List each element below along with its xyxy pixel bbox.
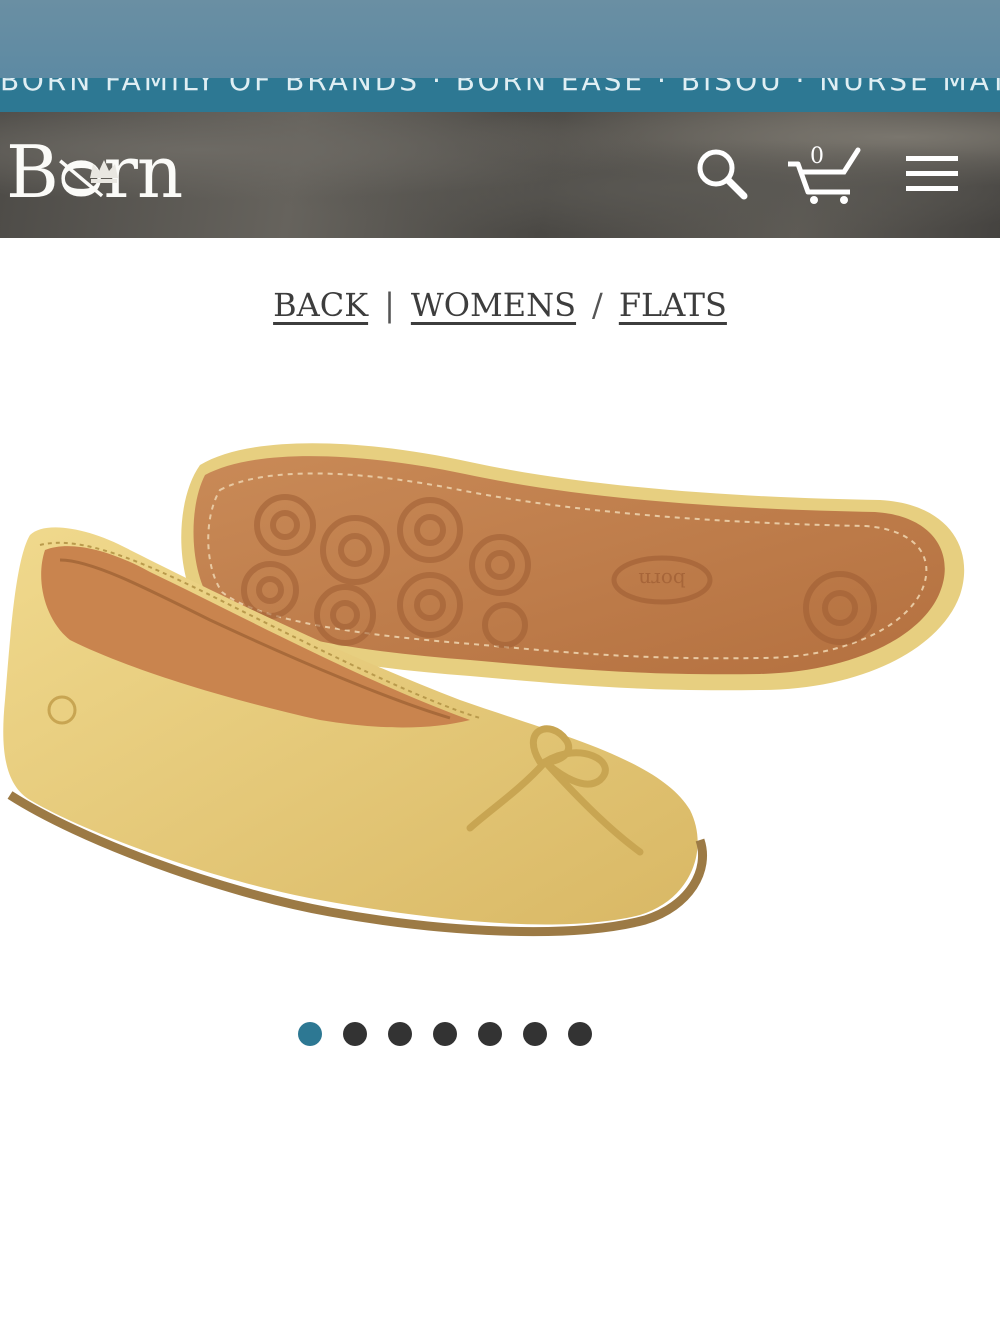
search-button[interactable] [690, 142, 754, 206]
cart-icon [788, 147, 861, 204]
womens-link[interactable]: WOMENS [411, 286, 576, 324]
carousel-dot-6[interactable] [523, 1022, 547, 1046]
carousel-dot-2[interactable] [343, 1022, 367, 1046]
product-image[interactable]: born [0, 400, 1000, 980]
carousel-dot-7[interactable] [568, 1022, 592, 1046]
promo-text[interactable]: BORN FAMILY OF BRANDS · BORN EASE · BISO… [0, 78, 1000, 97]
back-link[interactable]: BACK [273, 286, 368, 324]
flats-link[interactable]: FLATS [619, 286, 727, 324]
menu-button[interactable] [900, 142, 964, 206]
carousel-dot-5[interactable] [478, 1022, 502, 1046]
cart-button[interactable]: 0 [784, 142, 868, 206]
hamburger-menu-icon [906, 156, 958, 191]
cart-count: 0 [810, 144, 824, 169]
image-carousel-dots [298, 1022, 613, 1050]
site-header: Bᴓrn 0 [0, 112, 1000, 238]
carousel-dot-1[interactable] [298, 1022, 322, 1046]
breadcrumb-separator: / [592, 286, 603, 324]
crown-icon [90, 160, 118, 183]
breadcrumb-separator: | [384, 286, 395, 324]
search-icon [697, 149, 748, 200]
sole-emboss: born [638, 568, 685, 592]
carousel-dot-3[interactable] [388, 1022, 412, 1046]
promo-bar[interactable]: BORN FAMILY OF BRANDS · BORN EASE · BISO… [0, 78, 1000, 112]
breadcrumb: BACK | WOMENS / FLATS [0, 286, 1000, 324]
status-area [0, 0, 1000, 78]
carousel-dot-4[interactable] [433, 1022, 457, 1046]
